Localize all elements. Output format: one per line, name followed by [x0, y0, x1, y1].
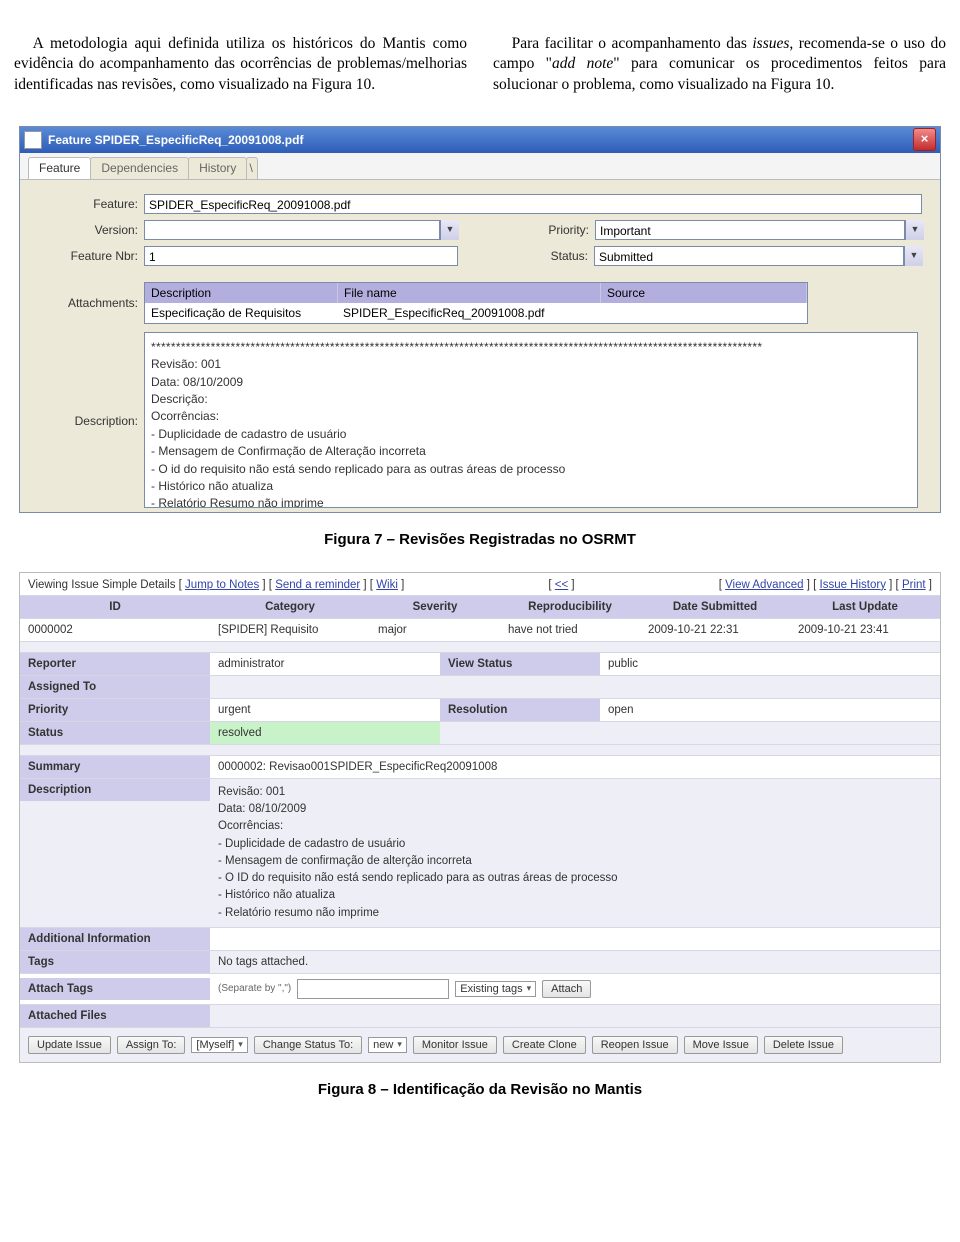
value-status: resolved: [210, 722, 440, 744]
issue-history-link[interactable]: Issue History: [820, 579, 886, 591]
label-summary: Summary: [20, 756, 210, 778]
value-resolution: open: [600, 699, 940, 721]
chevron-down-icon: ▼: [905, 220, 924, 240]
attach-button[interactable]: Attach: [542, 980, 591, 998]
tab-spacer: \: [246, 157, 258, 179]
topbar-left: Viewing Issue Simple Details [ Jump to N…: [28, 579, 404, 591]
spacer-row: [20, 641, 940, 652]
label-priority: Priority:: [519, 223, 595, 237]
update-issue-button[interactable]: Update Issue: [28, 1036, 111, 1054]
label-version: Version:: [28, 223, 144, 237]
paragraph-right: Para facilitar o acompanhamento das issu…: [493, 34, 946, 97]
tab-row: Feature Dependencies History \: [20, 153, 940, 180]
prev-link[interactable]: <<: [555, 579, 568, 591]
form-area: Feature: SPIDER_EspecificReq_20091008.pd…: [20, 180, 940, 512]
topbar-right: [ View Advanced ] [ Issue History ] [ Pr…: [719, 579, 932, 591]
monitor-issue-button[interactable]: Monitor Issue: [413, 1036, 497, 1054]
label-viewstatus: View Status: [440, 653, 600, 675]
value-priority: urgent: [210, 699, 440, 721]
tab-history[interactable]: History: [188, 157, 247, 179]
table-row[interactable]: Especificação de Requisitos SPIDER_Espec…: [145, 303, 807, 323]
value-viewstatus: public: [600, 653, 940, 675]
create-clone-button[interactable]: Create Clone: [503, 1036, 586, 1054]
tab-feature[interactable]: Feature: [28, 157, 91, 179]
send-reminder-link[interactable]: Send a reminder: [275, 579, 360, 591]
reopen-issue-button[interactable]: Reopen Issue: [592, 1036, 678, 1054]
wiki-link[interactable]: Wiki: [376, 579, 398, 591]
chevron-down-icon: ▼: [904, 246, 923, 266]
view-advanced-link[interactable]: View Advanced: [725, 579, 803, 591]
print-link[interactable]: Print: [902, 579, 926, 591]
label-reporter: Reporter: [20, 653, 210, 675]
mantis-topbar: Viewing Issue Simple Details [ Jump to N…: [20, 573, 940, 595]
th-source: Source: [601, 283, 807, 303]
label-status: Status: [20, 722, 210, 744]
attachments-table: Description File name Source Especificaç…: [144, 282, 808, 324]
move-issue-button[interactable]: Move Issue: [684, 1036, 758, 1054]
change-status-button[interactable]: Change Status To:: [254, 1036, 362, 1054]
label-feature-nbr: Feature Nbr:: [28, 249, 144, 263]
label-description: Description: [20, 779, 210, 801]
assign-to-select[interactable]: [Myself]: [191, 1037, 247, 1053]
status-select[interactable]: Submitted▼: [594, 246, 923, 266]
close-icon[interactable]: ×: [913, 128, 936, 151]
feature-nbr-input[interactable]: 1: [144, 246, 458, 266]
figure8-caption: Figura 8 – Identificação da Revisão no M…: [14, 1081, 946, 1098]
label-attached-files: Attached Files: [20, 1005, 210, 1027]
existing-tags-select[interactable]: Existing tags: [455, 981, 536, 997]
topbar-center: [ << ]: [548, 579, 574, 591]
spacer-row: [20, 744, 940, 755]
figure7-caption: Figura 7 – Revisões Registradas no OSRMT: [14, 531, 946, 548]
description-textarea[interactable]: ****************************************…: [144, 332, 918, 508]
label-priority: Priority: [20, 699, 210, 721]
value-description: Revisão: 001 Data: 08/10/2009 Ocorrência…: [210, 779, 940, 927]
label-feature: Feature:: [28, 197, 144, 211]
label-attachments: Attachments:: [28, 276, 144, 310]
columns-header: ID Category Severity Reproducibility Dat…: [20, 595, 940, 618]
assign-to-button[interactable]: Assign To:: [117, 1036, 186, 1054]
version-select[interactable]: ▼: [144, 220, 459, 240]
label-description: Description:: [28, 334, 144, 428]
window-title: Feature SPIDER_EspecificReq_20091008.pdf: [48, 133, 303, 147]
label-tags: Tags: [20, 951, 210, 973]
th-description: Description: [145, 283, 338, 303]
label-attachtags: Attach Tags: [20, 978, 210, 1000]
label-resolution: Resolution: [440, 699, 600, 721]
paragraph-left: A metodologia aqui definida utiliza os h…: [14, 34, 467, 97]
label-addinfo: Additional Information: [20, 928, 210, 950]
action-button-row: Update Issue Assign To: [Myself] Change …: [20, 1027, 940, 1062]
priority-select[interactable]: Important▼: [595, 220, 924, 240]
attachtags-input[interactable]: [297, 979, 449, 999]
label-assigned: Assigned To: [20, 676, 210, 698]
value-reporter: administrator: [210, 653, 440, 675]
change-status-select[interactable]: new: [368, 1037, 407, 1053]
titlebar: Feature SPIDER_EspecificReq_20091008.pdf…: [20, 127, 940, 153]
intro-columns: A metodologia aqui definida utiliza os h…: [14, 18, 946, 112]
tab-dependencies[interactable]: Dependencies: [90, 157, 189, 179]
chevron-down-icon: ▼: [440, 220, 459, 240]
jump-to-notes-link[interactable]: Jump to Notes: [185, 579, 259, 591]
osrmt-window: Feature SPIDER_EspecificReq_20091008.pdf…: [19, 126, 941, 513]
value-summary: 0000002: Revisao001SPIDER_EspecificReq20…: [210, 756, 940, 778]
value-tags: No tags attached.: [210, 951, 940, 973]
delete-issue-button[interactable]: Delete Issue: [764, 1036, 843, 1054]
feature-input[interactable]: SPIDER_EspecificReq_20091008.pdf: [144, 194, 922, 214]
mantis-panel: Viewing Issue Simple Details [ Jump to N…: [19, 572, 941, 1063]
document-icon: [24, 131, 42, 149]
label-status: Status:: [518, 249, 594, 263]
table-row: 0000002 [SPIDER] Requisito major have no…: [20, 618, 940, 641]
th-filename: File name: [338, 283, 601, 303]
attachtags-controls: (Separate by ",") Existing tags Attach: [210, 974, 940, 1004]
